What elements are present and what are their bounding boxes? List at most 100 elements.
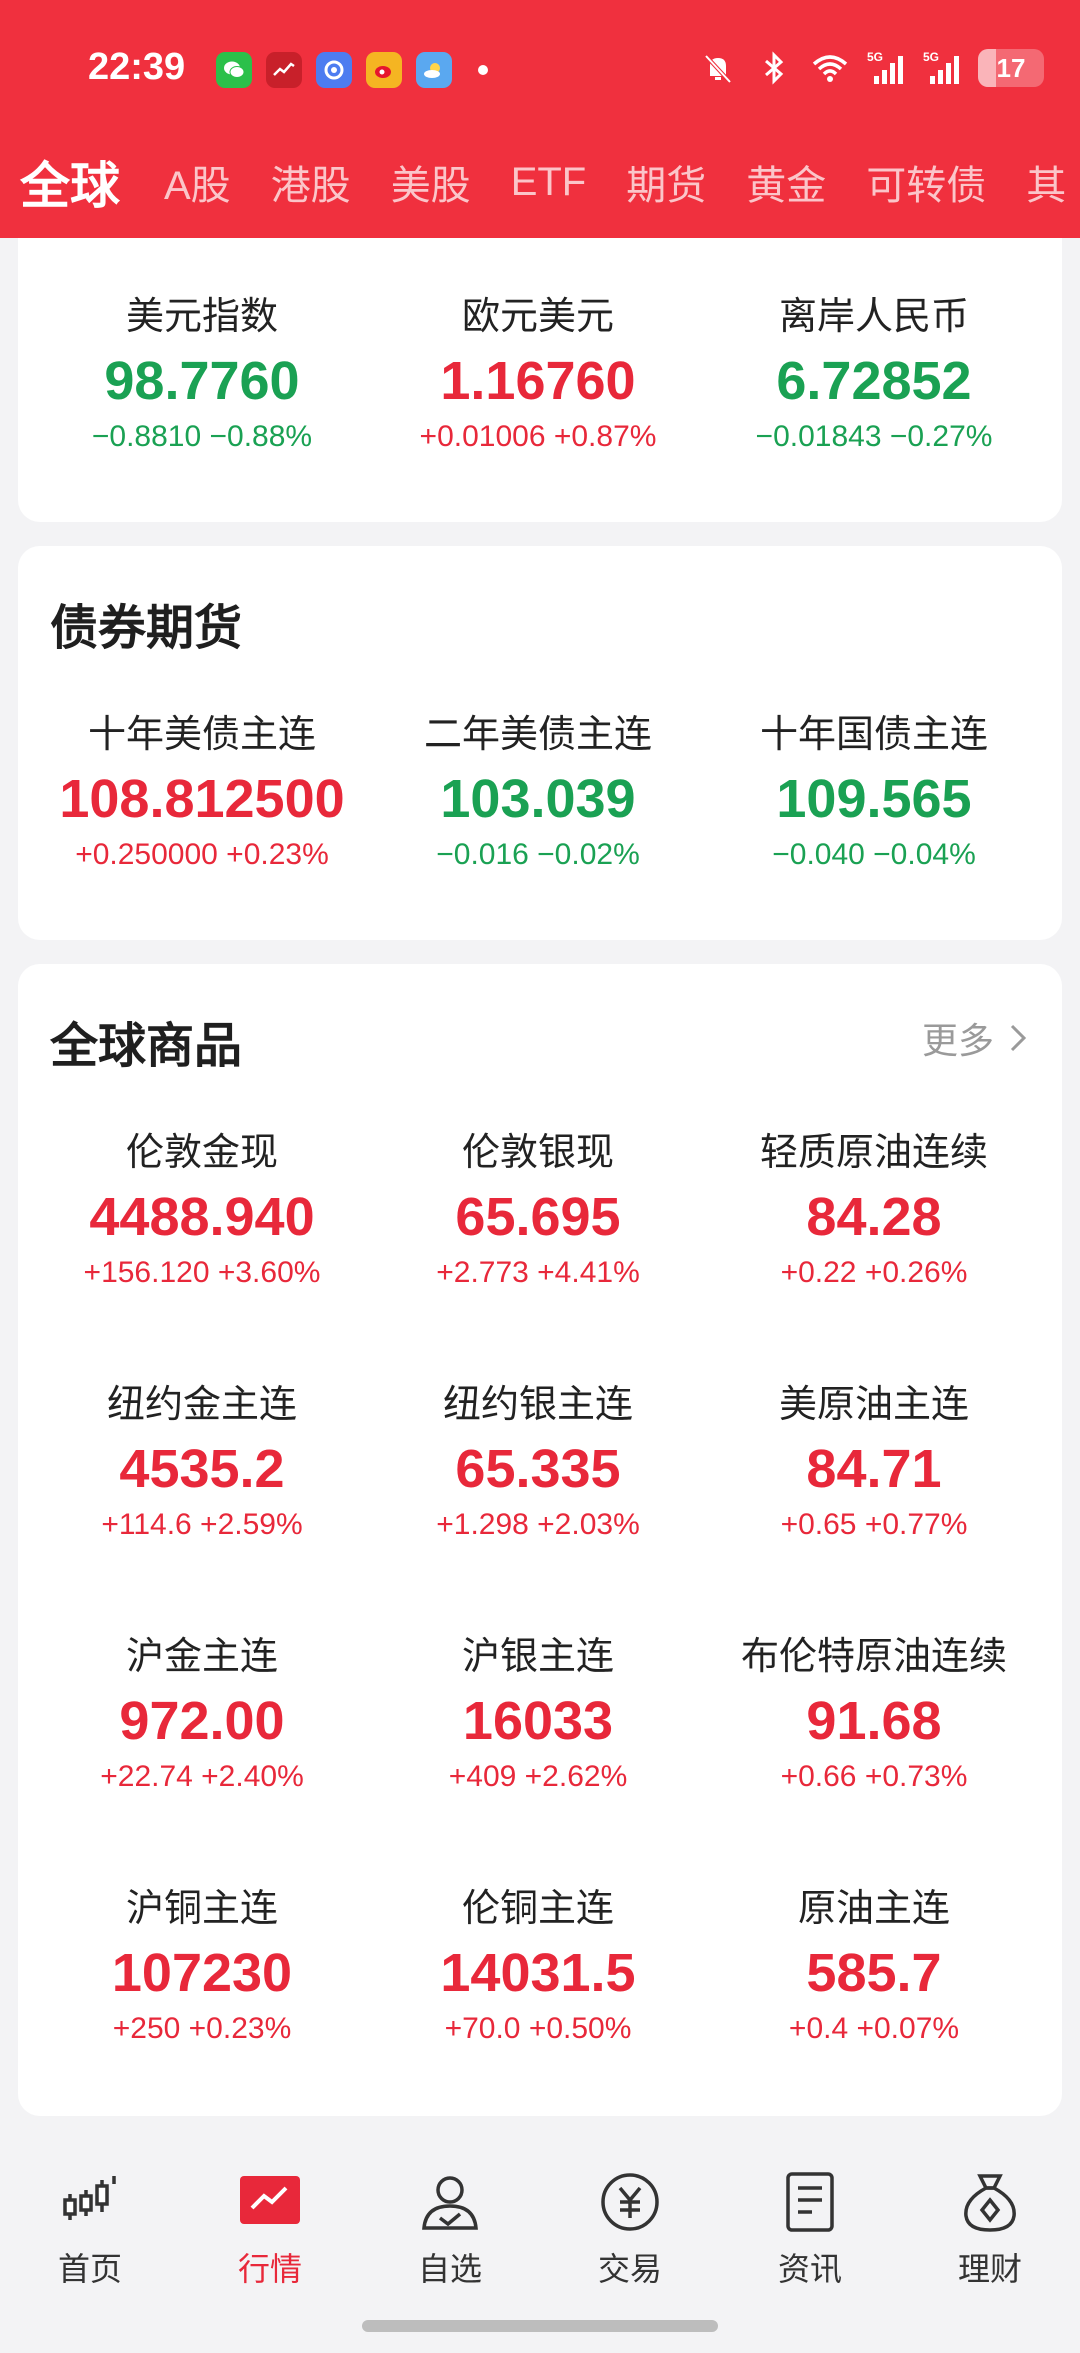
tab-etf[interactable]: ETF: [511, 160, 587, 205]
quote-name: 十年美债主连: [87, 714, 316, 756]
quote-item[interactable]: 伦敦金现 4488.940 +156.120 +3.60%: [34, 1130, 370, 1292]
quote-name: 原油主连: [797, 1888, 950, 1930]
quote-item[interactable]: 十年美债主连 108.812500 +0.250000 +0.23%: [34, 712, 370, 874]
quote-name: 二年美债主连: [423, 714, 652, 756]
quote-change: +1.298 +2.03%: [436, 1508, 640, 1541]
nav-home[interactable]: 首页: [0, 2170, 180, 2290]
quote-price: 108.812500: [59, 769, 345, 829]
stock-app-icon: [266, 52, 302, 88]
nav-wealth[interactable]: 理财: [900, 2170, 1080, 2290]
tab-us-stocks[interactable]: 美股: [391, 153, 471, 211]
nav-watchlist[interactable]: 自选: [360, 2170, 540, 2290]
quote-price: 84.71: [806, 1439, 942, 1499]
quote-price: 4488.940: [89, 1187, 315, 1247]
tab-global[interactable]: 全球: [20, 146, 120, 218]
quote-name: 布伦特原油连续: [740, 1636, 1007, 1678]
quote-name: 沪铜主连: [125, 1888, 278, 1930]
commodities-card: 全球商品 更多 伦敦金现 4488.940 +156.120 +3.60% 伦敦…: [18, 964, 1062, 2116]
quote-name: 十年国债主连: [759, 714, 988, 756]
quote-change: +250 +0.23%: [112, 2012, 292, 2045]
quote-name: 伦敦银现: [461, 1132, 614, 1174]
quote-change: −0.040 −0.04%: [772, 838, 976, 871]
tab-gold[interactable]: 黄金: [746, 153, 826, 211]
signal-5g-icon-2: 5G: [923, 50, 959, 84]
quote-item[interactable]: 纽约金主连 4535.2 +114.6 +2.59%: [34, 1382, 370, 1544]
quote-change: −0.01843 −0.27%: [755, 420, 993, 453]
quote-item[interactable]: 沪金主连 972.00 +22.74 +2.40%: [34, 1634, 370, 1796]
nav-trade[interactable]: 交易: [540, 2170, 720, 2290]
more-label: 更多: [921, 1020, 994, 1061]
quote-item[interactable]: 伦铜主连 14031.5 +70.0 +0.50%: [370, 1886, 706, 2048]
quote-name: 欧元美元: [461, 296, 614, 338]
quote-item[interactable]: 美原油主连 84.71 +0.65 +0.77%: [706, 1382, 1042, 1544]
quote-item[interactable]: 二年美债主连 103.039 −0.016 −0.02%: [370, 712, 706, 874]
quote-change: +2.773 +4.41%: [436, 1256, 640, 1289]
quote-price: 4535.2: [119, 1439, 285, 1499]
quote-item[interactable]: 美元指数 98.7760 −0.8810 −0.88%: [34, 294, 370, 456]
nav-label: 理财: [957, 2251, 1022, 2287]
nav-label: 首页: [57, 2251, 122, 2287]
quote-price: 972.00: [119, 1691, 285, 1751]
quote-change: +0.01006 +0.87%: [419, 420, 657, 453]
home-indicator[interactable]: [362, 2320, 718, 2332]
quote-item[interactable]: 沪银主连 16033 +409 +2.62%: [370, 1634, 706, 1796]
quote-change: +0.65 +0.77%: [780, 1508, 968, 1541]
quote-price: 109.565: [776, 769, 972, 829]
market-tabs: 全球 A股 港股 美股 ETF 期货 黄金 可转债 其: [0, 150, 1080, 214]
user-check-icon: [418, 2170, 482, 2234]
quote-item[interactable]: 纽约银主连 65.335 +1.298 +2.03%: [370, 1382, 706, 1544]
quote-item[interactable]: 轻质原油连续 84.28 +0.22 +0.26%: [706, 1130, 1042, 1292]
quote-price: 65.335: [455, 1439, 621, 1499]
quote-price: 103.039: [440, 769, 636, 829]
nav-label: 资讯: [777, 2251, 842, 2287]
quote-item[interactable]: 沪铜主连 107230 +250 +0.23%: [34, 1886, 370, 2048]
quote-item[interactable]: 欧元美元 1.16760 +0.01006 +0.87%: [370, 294, 706, 456]
quote-name: 轻质原油连续: [759, 1132, 988, 1174]
quote-item[interactable]: 十年国债主连 109.565 −0.040 −0.04%: [706, 712, 1042, 874]
chevron-right-icon: [1010, 1024, 1027, 1052]
bottom-navigation: 首页 行情 自选 交易 资讯 理财: [0, 2130, 1080, 2353]
system-status-icons: 5G 5G 17: [698, 48, 1044, 88]
svg-text:5G: 5G: [923, 50, 939, 64]
quote-price: 65.695: [455, 1187, 621, 1247]
tab-hk-stocks[interactable]: 港股: [271, 153, 351, 211]
quote-change: −0.016 −0.02%: [436, 838, 640, 871]
svg-text:5G: 5G: [867, 50, 883, 64]
quote-name: 离岸人民币: [778, 296, 969, 338]
tab-a-shares[interactable]: A股: [164, 153, 231, 211]
mute-bell-icon: [704, 54, 732, 84]
quote-item[interactable]: 原油主连 585.7 +0.4 +0.07%: [706, 1886, 1042, 2048]
tab-futures[interactable]: 期货: [626, 153, 706, 211]
quote-name: 伦敦金现: [125, 1132, 278, 1174]
more-link[interactable]: 更多: [922, 1012, 1032, 1064]
notification-icons: [216, 52, 488, 88]
document-icon: [778, 2170, 842, 2234]
bluetooth-icon: [765, 51, 784, 85]
quote-change: +22.74 +2.40%: [100, 1760, 304, 1793]
nav-news[interactable]: 资讯: [720, 2170, 900, 2290]
section-title: 全球商品: [50, 1020, 243, 1073]
quote-price: 14031.5: [440, 1943, 636, 2003]
quote-name: 美元指数: [125, 296, 278, 338]
quote-item[interactable]: 布伦特原油连续 91.68 +0.66 +0.73%: [706, 1634, 1042, 1796]
nav-market[interactable]: 行情: [180, 2170, 360, 2290]
quote-change: +0.4 +0.07%: [788, 2012, 960, 2045]
status-time: 22:39: [88, 46, 186, 88]
quote-price: 84.28: [806, 1187, 942, 1247]
wifi-icon: [812, 55, 848, 82]
yuan-coin-icon: [598, 2170, 662, 2234]
quote-change: +156.120 +3.60%: [83, 1256, 321, 1289]
quote-item[interactable]: 离岸人民币 6.72852 −0.01843 −0.27%: [706, 294, 1042, 456]
tab-convertible-bonds[interactable]: 可转债: [866, 153, 986, 211]
battery-level: 17: [996, 52, 1026, 83]
quote-change: +70.0 +0.50%: [444, 2012, 632, 2045]
quote-item[interactable]: 伦敦银现 65.695 +2.773 +4.41%: [370, 1130, 706, 1292]
quote-change: +114.6 +2.59%: [101, 1508, 303, 1541]
bond-futures-card: 债券期货 十年美债主连 108.812500 +0.250000 +0.23% …: [18, 546, 1062, 940]
signal-5g-icon: 5G: [867, 50, 903, 84]
quote-change: +0.22 +0.26%: [780, 1256, 968, 1289]
market-chart-icon: [238, 2170, 302, 2234]
tab-other[interactable]: 其: [1026, 153, 1066, 211]
nav-label: 交易: [597, 2251, 662, 2287]
quote-change: −0.8810 −0.88%: [91, 420, 313, 453]
